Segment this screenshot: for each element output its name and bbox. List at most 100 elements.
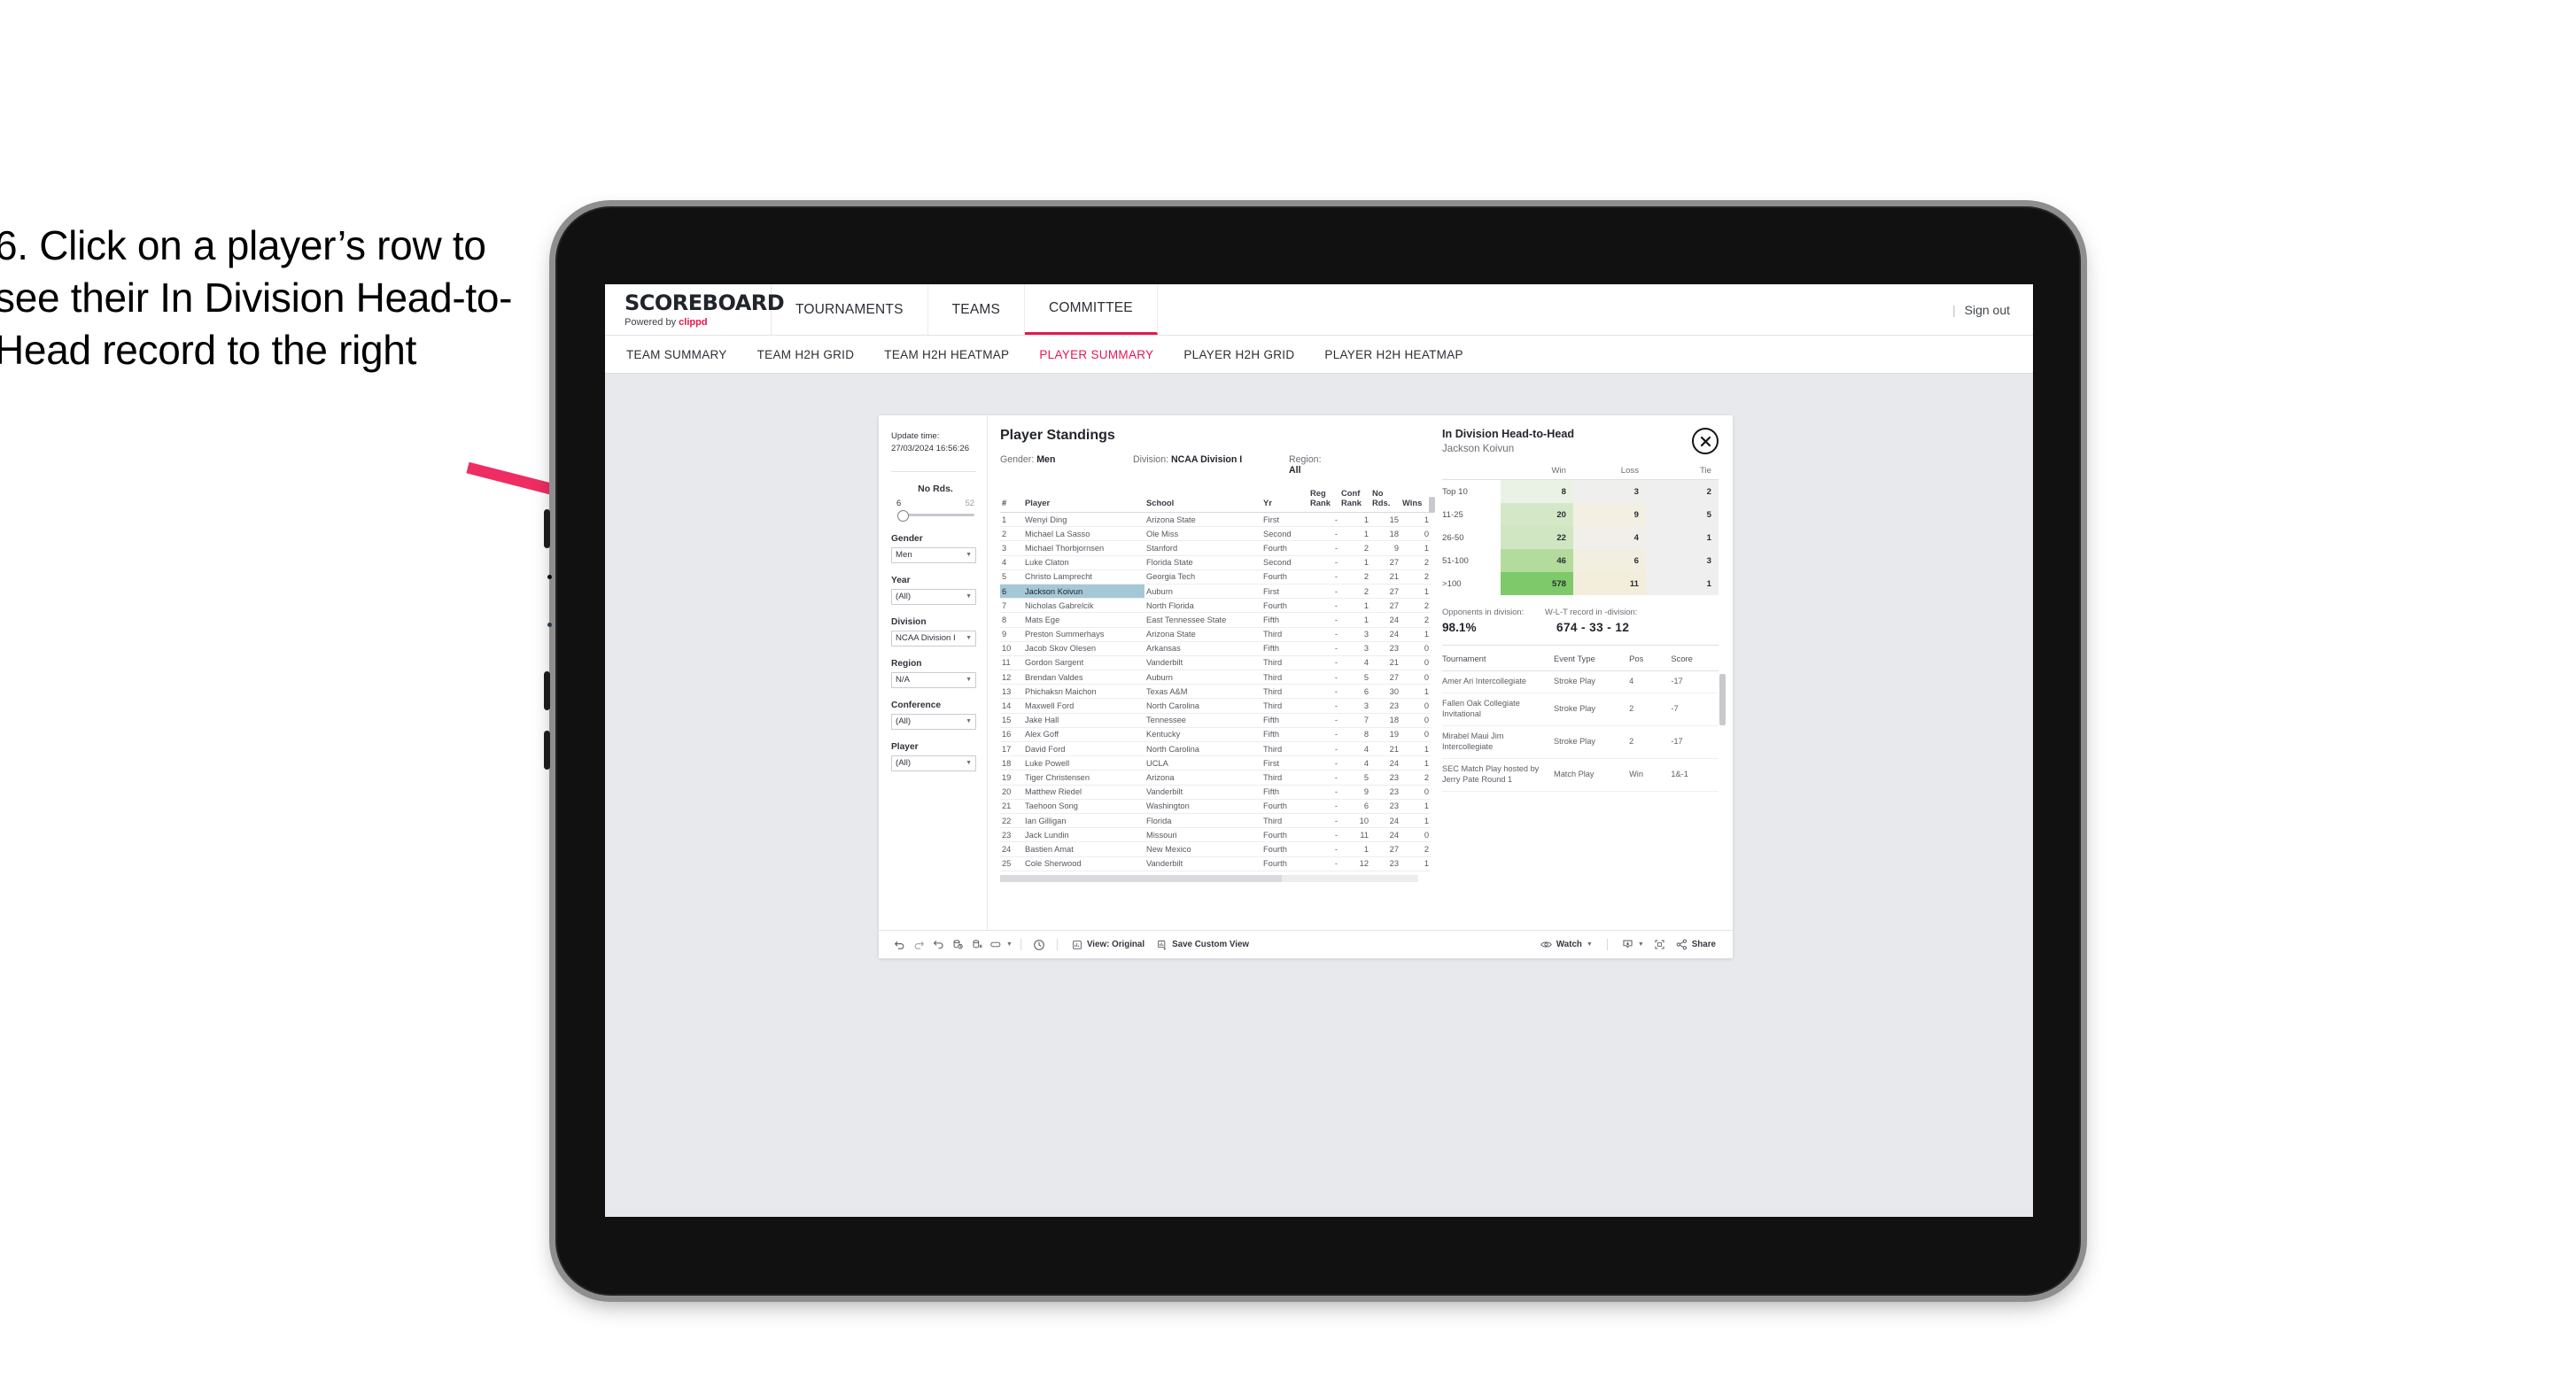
download-button[interactable]: ▼ — [1616, 935, 1650, 955]
table-row[interactable]: 1 Wenyi Ding Arizona State First -1 15 1 — [1000, 512, 1431, 528]
revert-icon[interactable] — [928, 935, 948, 955]
table-row[interactable]: 5 Christo Lamprecht Georgia Tech Fourth -2 21… — [1000, 569, 1431, 585]
table-row[interactable]: 6 Jackson Koivun Auburn First -2 27 1 — [1000, 584, 1431, 600]
nav-tournaments[interactable]: TOURNAMENTS — [772, 284, 928, 335]
table-row[interactable]: 24 Bastien Amat New Mexico Fourth -1 27 2 — [1000, 841, 1431, 857]
col-event-type[interactable]: Event Type — [1554, 646, 1630, 671]
chevron-down-icon[interactable]: ▼ — [1587, 941, 1593, 948]
col-no-rds[interactable]: No Rds. — [1370, 485, 1401, 513]
table-row[interactable]: 20 Matthew Riedel Vanderbilt Fifth -9 23 0 — [1000, 785, 1431, 800]
watch-label: Watch — [1556, 940, 1582, 949]
close-circle-icon[interactable] — [1692, 428, 1719, 454]
slider-track[interactable] — [896, 509, 974, 522]
table-row[interactable]: 3 Michael Thorbjornsen Stanford Fourth -2 9 1 — [1000, 540, 1431, 556]
tab-team-h2h-heatmap[interactable]: TEAM H2H HEATMAP — [884, 348, 1009, 361]
table-row[interactable]: 16 Alex Goff Kentucky Fifth -8 19 0 — [1000, 727, 1431, 743]
table-row[interactable]: 22 Ian Gilligan Florida Third -10 24 1 — [1000, 813, 1431, 829]
table-row[interactable]: 21 Taehoon Song Washington Fourth -6 23 1 — [1000, 799, 1431, 814]
col-score[interactable]: Score — [1671, 646, 1719, 671]
cell-conf: 1 — [1339, 512, 1370, 528]
cell-school: Vanderbilt — [1144, 856, 1261, 871]
tab-player-summary[interactable]: PLAYER SUMMARY — [1039, 348, 1153, 361]
filter-division-select[interactable]: NCAA Division I ▼ — [891, 630, 976, 647]
filter-gender-select[interactable]: Men ▼ — [891, 546, 976, 563]
table-row[interactable]: 7 Nicholas Gabrelcik North Florida Fourth -1… — [1000, 598, 1431, 614]
tournament-row[interactable]: Amer Ari Intercollegiate Stroke Play 4 -17 — [1442, 670, 1719, 693]
table-row[interactable]: 15 Jake Hall Tennessee Fifth -7 18 0 — [1000, 713, 1431, 728]
volume-down-button[interactable] — [544, 671, 550, 710]
table-row[interactable]: 25 Cole Sherwood Vanderbilt Fourth -12 23 1 — [1000, 856, 1431, 871]
tab-player-h2h-heatmap[interactable]: PLAYER H2H HEATMAP — [1324, 348, 1463, 361]
cell-reg: - — [1308, 512, 1339, 528]
col-rank[interactable]: # — [1000, 485, 1023, 513]
tab-team-summary[interactable]: TEAM SUMMARY — [626, 348, 727, 361]
view-original-button[interactable]: View: Original — [1066, 935, 1151, 955]
save-custom-view-button[interactable]: Save Custom View — [1151, 935, 1255, 955]
nav-teams[interactable]: TEAMS — [928, 284, 1026, 335]
tab-team-h2h-grid[interactable]: TEAM H2H GRID — [757, 348, 855, 361]
filter-player-select[interactable]: (All) ▼ — [891, 755, 976, 771]
col-player[interactable]: Player — [1023, 485, 1144, 513]
table-row[interactable]: 9 Preston Summerhays Arizona State Third -3 2… — [1000, 627, 1431, 642]
filter-year-select[interactable]: (All) ▼ — [891, 588, 976, 605]
col-conf-rank[interactable]: Conf Rank — [1339, 485, 1370, 513]
watch-button[interactable]: Watch ▼ — [1534, 935, 1599, 955]
standings-horizontal-scrollbar[interactable] — [1000, 874, 1418, 882]
fullscreen-icon[interactable] — [1650, 935, 1670, 955]
tournaments-scrollbar[interactable] — [1719, 674, 1726, 725]
tournament-row[interactable]: SEC Match Play hosted by Jerry Pate Roun… — [1442, 758, 1719, 792]
table-row[interactable]: 13 Phichaksn Maichon Texas A&M Third -6 30 1 — [1000, 684, 1431, 700]
tournament-row[interactable]: Mirabel Maui Jim Intercollegiate Stroke P… — [1442, 725, 1719, 759]
pause-clock-icon[interactable] — [1029, 935, 1049, 955]
slider-handle[interactable] — [897, 509, 909, 522]
table-row[interactable]: 18 Luke Powell UCLA First -4 24 1 — [1000, 755, 1431, 771]
table-row[interactable]: 17 David Ford North Carolina Third -4 21 1 — [1000, 741, 1431, 757]
col-school[interactable]: School — [1144, 485, 1261, 513]
tournament-row[interactable]: Fallen Oak Collegiate Invitational Stroke… — [1442, 693, 1719, 726]
cell-wins: 1 — [1401, 512, 1431, 528]
col-tournament[interactable]: Tournament — [1442, 646, 1555, 671]
share-button[interactable]: Share — [1670, 935, 1722, 955]
redo-icon[interactable] — [909, 935, 928, 955]
chevron-down-icon[interactable]: ▼ — [1638, 941, 1644, 948]
tablet-device-frame: SCOREBOARD Powered by clippd TOURNAMENTS… — [544, 206, 2081, 1296]
cell-wins: 0 — [1401, 698, 1431, 714]
filter-conference-select[interactable]: (All) ▼ — [891, 713, 976, 730]
nav-committee[interactable]: COMMITTEE — [1025, 284, 1158, 335]
cell-school: Arizona State — [1144, 512, 1261, 528]
refresh-data-icon[interactable] — [948, 935, 967, 955]
cell-school: North Carolina — [1144, 741, 1261, 757]
cell-school: Missouri — [1144, 827, 1261, 843]
col-wins[interactable]: Wins — [1401, 485, 1431, 513]
table-row[interactable]: 14 Maxwell Ford North Carolina Third -3 23 0 — [1000, 698, 1431, 714]
chevron-down-icon[interactable]: ▼ — [1006, 941, 1013, 948]
table-row[interactable]: 23 Jack Lundin Missouri Fourth -11 24 0 — [1000, 827, 1431, 843]
table-row[interactable]: 8 Mats Ege East Tennessee State Fifth -1 24 2 — [1000, 612, 1431, 628]
cell-yr: Fourth — [1261, 827, 1308, 843]
view-original-loop-icon[interactable] — [987, 935, 1006, 955]
cell-reg: - — [1308, 770, 1339, 786]
table-row[interactable]: 10 Jacob Skov Olesen Arkansas Fifth -3 23 0 — [1000, 641, 1431, 656]
brand-logo[interactable]: SCOREBOARD Powered by clippd — [605, 284, 785, 335]
table-row[interactable]: 12 Brendan Valdes Auburn Third -5 27 0 — [1000, 670, 1431, 685]
sign-out-link[interactable]: Sign out — [1965, 303, 2010, 317]
table-row[interactable]: 2 Michael La Sasso Ole Miss Second -1 18 0 — [1000, 526, 1431, 542]
no-rounds-slider[interactable]: No Rds. 6 52 — [891, 484, 976, 522]
filter-region-select[interactable]: N/A ▼ — [891, 671, 976, 688]
col-reg-rank[interactable]: Reg Rank — [1308, 485, 1339, 513]
table-row[interactable]: 11 Gordon Sargent Vanderbilt Third -4 21 0 — [1000, 655, 1431, 671]
page-title: Player Standings — [1000, 428, 1115, 443]
cell-conf: 3 — [1339, 627, 1370, 642]
cell-player: Bastien Amat — [1023, 841, 1144, 857]
scrollbar-thumb[interactable] — [1000, 874, 1282, 882]
col-pos[interactable]: Pos — [1629, 646, 1672, 671]
undo-icon[interactable] — [889, 935, 909, 955]
col-yr[interactable]: Yr — [1261, 485, 1308, 513]
power-button[interactable] — [544, 731, 550, 770]
pause-auto-update-icon[interactable] — [967, 935, 987, 955]
table-row[interactable]: 4 Luke Claton Florida State Second -1 27 2 — [1000, 555, 1431, 570]
tab-player-h2h-grid[interactable]: PLAYER H2H GRID — [1183, 348, 1294, 361]
table-row[interactable]: 19 Tiger Christensen Arizona Third -5 23 2 — [1000, 770, 1431, 786]
volume-up-button[interactable] — [544, 509, 550, 548]
cell-wins: 1 — [1401, 627, 1431, 642]
